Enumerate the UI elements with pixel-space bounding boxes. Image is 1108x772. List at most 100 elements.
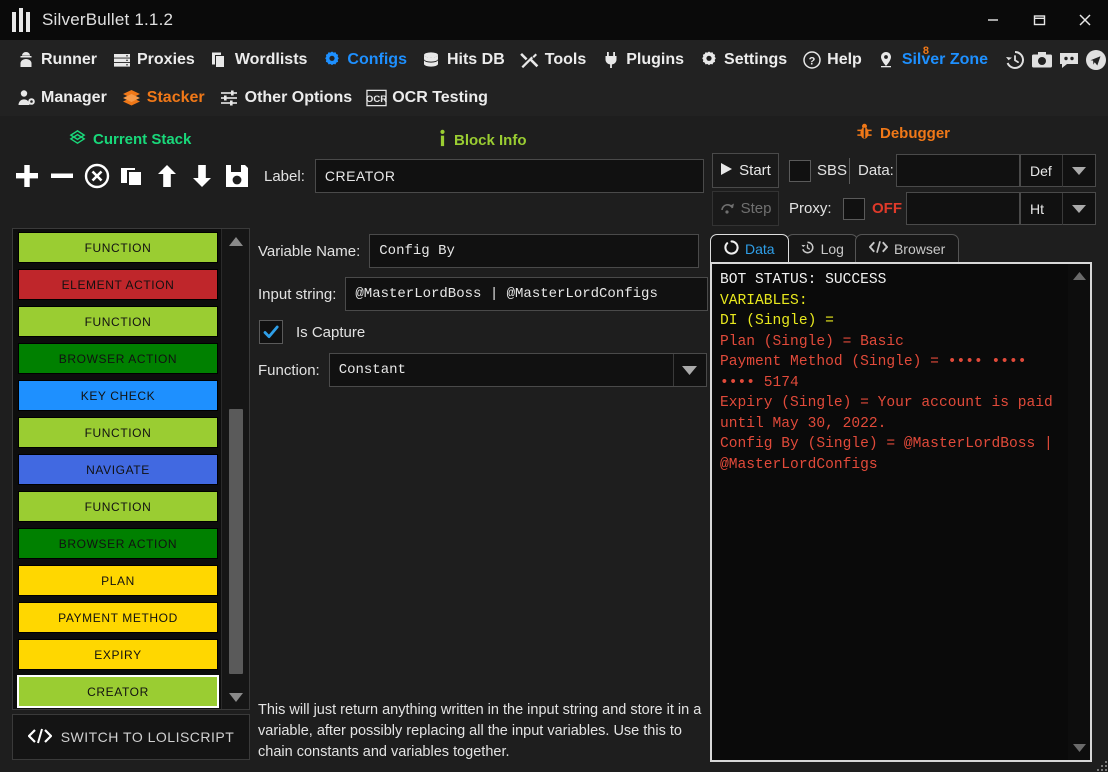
debug-proxy-input[interactable] xyxy=(906,192,1020,225)
clone-block-button[interactable] xyxy=(117,159,148,193)
divider xyxy=(849,158,850,184)
discord-button[interactable] xyxy=(1057,45,1082,75)
wordlists-icon xyxy=(209,50,230,71)
proxies-icon xyxy=(111,50,132,71)
stack-block[interactable]: FUNCTION xyxy=(18,306,218,337)
menu-item-proxies[interactable]: Proxies xyxy=(104,44,202,76)
chevron-up-icon xyxy=(1072,272,1086,280)
menu-item-stacker[interactable]: Stacker xyxy=(114,82,212,114)
scroll-up-button[interactable] xyxy=(1068,266,1090,286)
menu-item-manager[interactable]: Manager xyxy=(8,82,114,114)
stack-block-list[interactable]: FUNCTION ELEMENT ACTION FUNCTION BROWSER AC… xyxy=(13,229,221,709)
resize-grip[interactable] xyxy=(1091,755,1107,771)
scroll-down-button[interactable] xyxy=(222,685,250,709)
tab-browser[interactable]: Browser xyxy=(854,234,960,262)
screenshot-button[interactable] xyxy=(1030,45,1055,75)
menu-item-plugins[interactable]: Plugins xyxy=(593,44,691,76)
function-label: Function: xyxy=(258,361,320,379)
stack-block[interactable]: FUNCTION xyxy=(18,417,218,448)
label-field-row: Label: CREATOR xyxy=(264,159,704,193)
menu-item-hits-db[interactable]: Hits DB xyxy=(414,44,512,76)
sbs-label: SBS xyxy=(817,162,848,179)
chevron-down-icon xyxy=(1072,744,1086,752)
switch-to-loliscript-button[interactable]: SWITCH TO LOLISCRIPT xyxy=(12,714,250,760)
menu-item-tools[interactable]: Tools xyxy=(512,44,593,76)
location-pin-icon xyxy=(876,50,897,71)
switch-button-label: SWITCH TO LOLISCRIPT xyxy=(60,729,235,745)
tab-log[interactable]: Log xyxy=(785,234,858,262)
function-select[interactable]: Constant xyxy=(328,353,707,387)
menu-label: Silver Zone xyxy=(901,51,989,68)
minus-icon xyxy=(51,173,74,178)
stack-block[interactable]: FUNCTION xyxy=(18,491,218,522)
minimize-button[interactable] xyxy=(970,0,1016,40)
telegram-button[interactable] xyxy=(1083,45,1108,75)
clone-icon xyxy=(121,168,143,187)
menu-item-wordlists[interactable]: Wordlists xyxy=(202,44,315,76)
stack-block-label: BROWSER ACTION xyxy=(58,351,178,366)
menu-item-settings[interactable]: Settings xyxy=(691,44,794,76)
function-select-value: Constant xyxy=(338,362,406,378)
debug-step-button[interactable]: Step xyxy=(712,191,779,226)
variable-name-input[interactable]: Config By xyxy=(369,234,700,268)
current-stack-title: Current Stack xyxy=(93,131,192,148)
stack-block[interactable]: CREATOR xyxy=(17,675,219,708)
menu-label: Runner xyxy=(41,51,97,68)
menu-item-runner[interactable]: Runner xyxy=(8,44,104,76)
stack-block-label: CREATOR xyxy=(87,684,149,699)
stack-toolbar xyxy=(12,155,252,197)
question-circle-icon: ? xyxy=(801,50,822,71)
stack-block[interactable]: PAYMENT METHOD xyxy=(18,602,218,633)
data-circle-icon xyxy=(724,239,739,258)
scroll-up-button[interactable] xyxy=(222,229,250,253)
stack-block[interactable]: NAVIGATE xyxy=(18,454,218,485)
tools-icon xyxy=(519,50,540,71)
debug-data-type-select[interactable]: Def xyxy=(1020,154,1096,187)
tab-label: Browser xyxy=(893,240,946,257)
stack-block[interactable]: FUNCTION xyxy=(18,232,218,263)
debugger-scrollbar[interactable] xyxy=(1068,264,1090,760)
input-string-input[interactable]: @MasterLordBoss | @MasterLordConfigs xyxy=(345,277,709,311)
menu-label: Wordlists xyxy=(234,51,308,68)
stack-block[interactable]: EXPIRY xyxy=(18,639,218,670)
add-block-button[interactable] xyxy=(12,159,43,193)
stack-block[interactable]: ELEMENT ACTION xyxy=(18,269,218,300)
save-stack-button[interactable] xyxy=(221,159,252,193)
gear-icon xyxy=(698,50,719,71)
scrollbar-thumb[interactable] xyxy=(229,409,243,674)
stack-scrollbar[interactable] xyxy=(221,229,249,709)
block-info-title: Block Info xyxy=(454,132,527,149)
menu-item-other-options[interactable]: Other Options xyxy=(212,82,360,114)
stack-block[interactable]: PLAN xyxy=(18,565,218,596)
tab-data[interactable]: Data xyxy=(710,234,789,262)
menu-label: Tools xyxy=(544,51,587,68)
menu-label: Stacker xyxy=(146,89,205,106)
stack-block[interactable]: BROWSER ACTION xyxy=(18,528,218,559)
discord-icon xyxy=(1059,53,1078,68)
sbs-checkbox[interactable] xyxy=(789,160,811,182)
remove-block-button[interactable] xyxy=(47,159,78,193)
debug-proxy-type-select[interactable]: Ht xyxy=(1020,192,1096,225)
silverbullet-window: SilverBullet 1.1.2 Runner Proxies Wordli… xyxy=(0,0,1108,772)
debug-start-button[interactable]: Start xyxy=(712,153,779,188)
menu-item-help[interactable]: ? Help xyxy=(794,44,869,76)
menu-item-ocr-testing[interactable]: OCR OCR Testing xyxy=(359,82,495,114)
delete-all-blocks-button[interactable] xyxy=(82,159,113,193)
menu-item-silver-zone[interactable]: 8 Silver Zone xyxy=(869,44,995,76)
proxy-checkbox[interactable] xyxy=(843,198,865,220)
label-input[interactable]: CREATOR xyxy=(314,159,704,193)
debugger-output-line: BOT STATUS: SUCCESS xyxy=(720,272,887,288)
title-bar: SilverBullet 1.1.2 xyxy=(0,0,1108,40)
menu-label: Configs xyxy=(347,51,407,68)
stack-block[interactable]: BROWSER ACTION xyxy=(18,343,218,374)
stack-block[interactable]: KEY CHECK xyxy=(18,380,218,411)
move-block-up-button[interactable] xyxy=(151,159,182,193)
menu-item-configs[interactable]: Configs xyxy=(314,44,414,76)
history-button[interactable] xyxy=(1003,45,1028,75)
scroll-down-button[interactable] xyxy=(1068,738,1090,758)
move-block-down-button[interactable] xyxy=(186,159,217,193)
maximize-button[interactable] xyxy=(1016,0,1062,40)
debug-data-input[interactable] xyxy=(896,154,1020,187)
is-capture-checkbox[interactable] xyxy=(259,320,283,344)
close-button[interactable] xyxy=(1062,0,1108,40)
